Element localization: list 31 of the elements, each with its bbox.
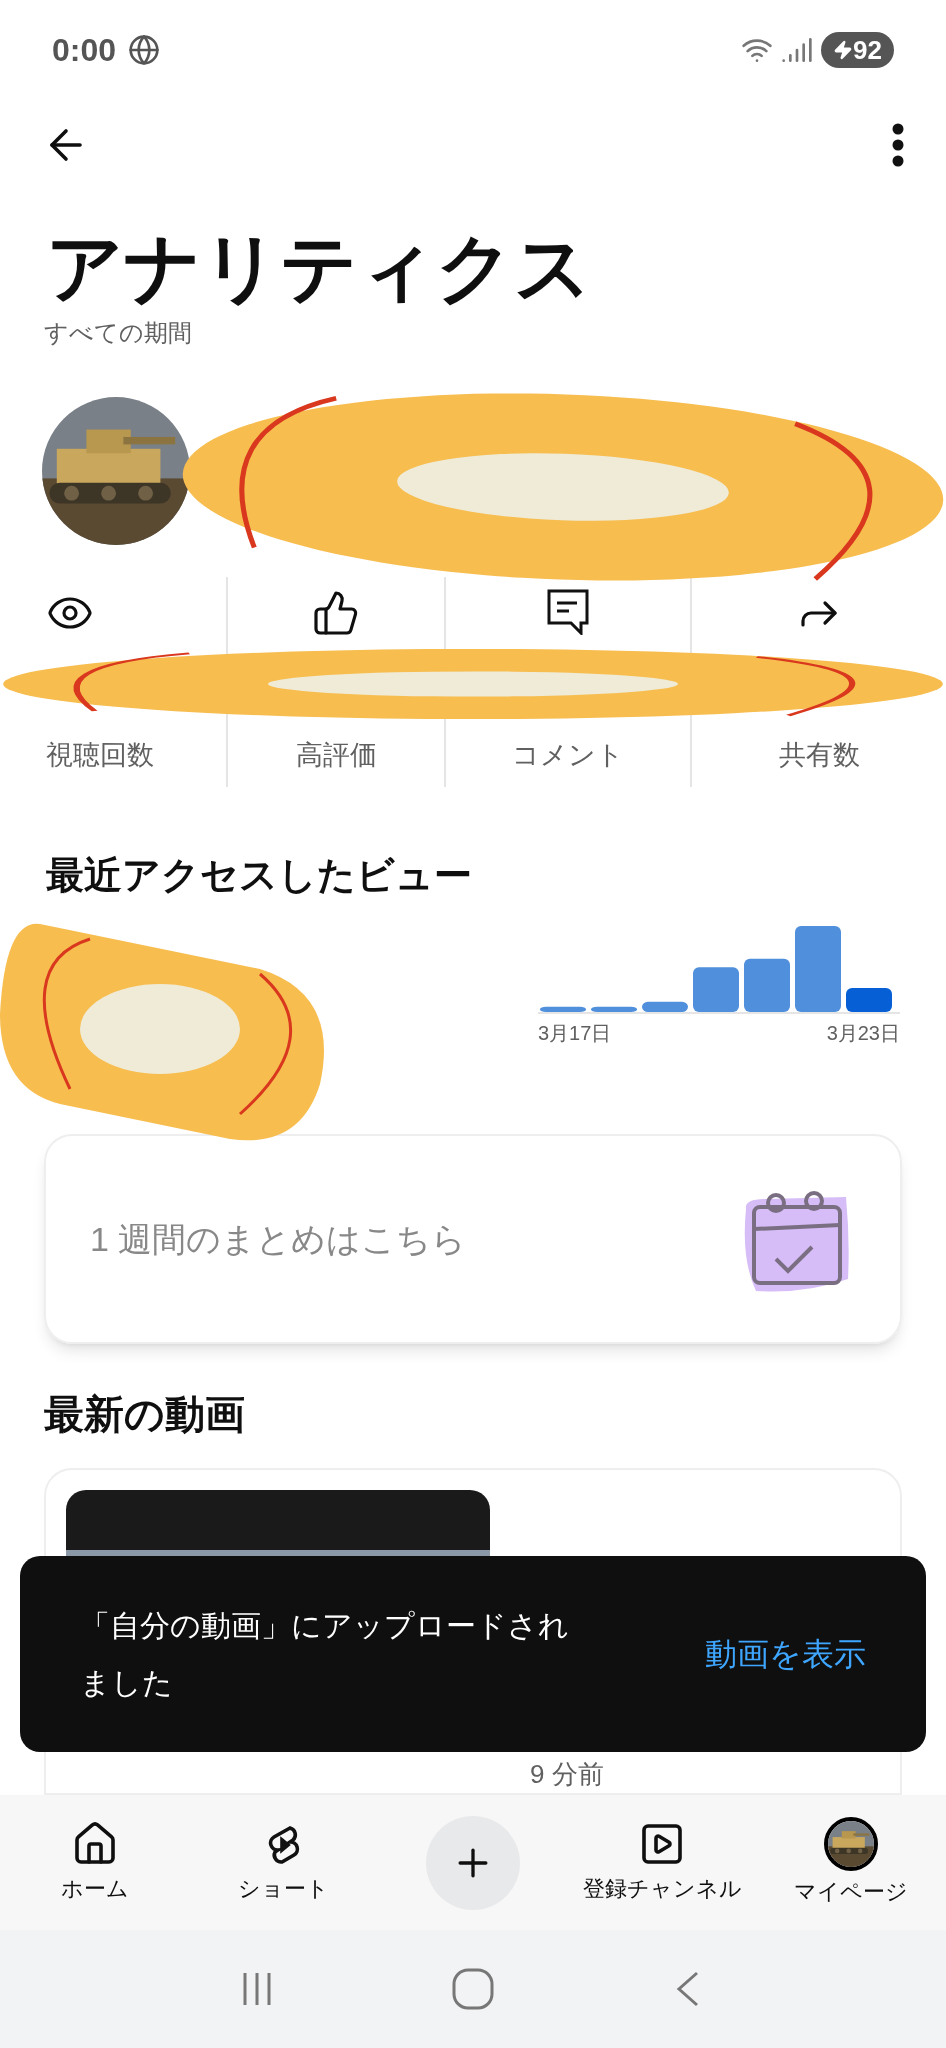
video-time-ago: 9 分前 xyxy=(530,1759,604,1789)
status-time: 0:00 xyxy=(52,31,117,70)
more-options-button[interactable] xyxy=(892,123,904,167)
stat-label: 視聴回数 xyxy=(46,738,155,772)
period-subtitle: すべての期間 xyxy=(43,318,193,348)
weekly-summary-card[interactable]: 1 週間のまとめはこちら xyxy=(44,1134,902,1344)
section-heading: 最新の動画 xyxy=(43,1391,246,1438)
stat-label: 高評価 xyxy=(295,738,377,772)
chart-bar xyxy=(846,987,892,1012)
chart-bar xyxy=(642,1001,688,1012)
battery-indicator: 92 xyxy=(821,32,894,68)
chart-bar xyxy=(540,1006,586,1012)
stat-label: 共有数 xyxy=(778,738,860,772)
toast-message: 「自分の動画」にアップロードされました xyxy=(80,1608,570,1701)
nav-tab[interactable]: ショート xyxy=(189,1820,379,1905)
section-heading: 最近アクセスしたビュー xyxy=(45,853,473,898)
axis-label: 3月17日 xyxy=(538,1021,612,1046)
nav-tab[interactable]: マイページ xyxy=(756,1817,946,1908)
nav-tab[interactable]: ホーム xyxy=(0,1820,190,1905)
axis-label: 3月23日 xyxy=(826,1021,900,1046)
stat-label: コメント xyxy=(512,738,624,772)
chart-bar xyxy=(744,958,790,1012)
comment-icon xyxy=(547,589,589,635)
chart-bar xyxy=(591,1006,637,1012)
page-title: アナリティクス xyxy=(45,224,593,312)
more-icon xyxy=(892,123,904,167)
chart-bar xyxy=(693,967,739,1012)
vpn-globe-icon xyxy=(128,34,161,66)
thumbs-up-icon xyxy=(312,589,360,637)
view-video-link[interactable]: 動画を表示 xyxy=(705,1630,866,1678)
nav-tab[interactable]: 登録チャンネル xyxy=(567,1820,757,1905)
